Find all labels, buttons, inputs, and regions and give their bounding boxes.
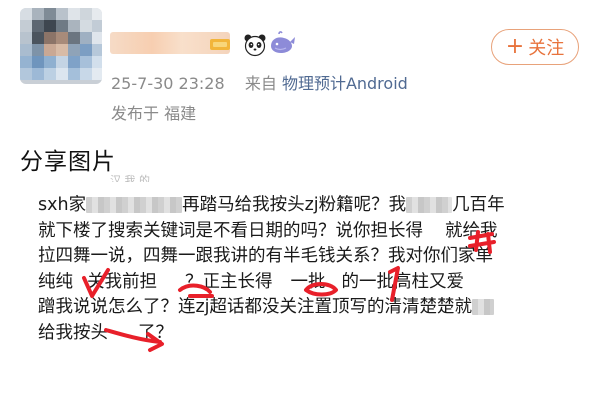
weibo-post-screenshot: + 关注 25-7-30 23:28 来自 物理预计Android 发布于 福建… bbox=[0, 0, 600, 401]
avatar[interactable] bbox=[20, 8, 102, 84]
follow-button[interactable]: + 关注 bbox=[491, 29, 579, 65]
post-meta: 25-7-30 23:28 来自 物理预计Android bbox=[111, 70, 408, 94]
text-line: 蹭我说说怎么了？连zj超话都没关注置顶写的清清楚楚就 bbox=[38, 295, 568, 321]
panda-icon bbox=[244, 34, 266, 57]
share-image-title: 分享图片 bbox=[20, 149, 116, 175]
text-line: 给我按头 了？ bbox=[38, 322, 173, 343]
mosaic-redaction bbox=[406, 197, 453, 213]
whale-icon bbox=[271, 31, 295, 53]
source-prefix: 来自 bbox=[244, 74, 277, 93]
post-source-link[interactable]: 物理预计Android bbox=[282, 74, 408, 93]
post-timestamp: 25-7-30 23:28 bbox=[111, 74, 225, 93]
follow-label: 关注 bbox=[528, 38, 565, 59]
text-line: 纯纯 关我前担 ？正主长得 一批 的一批高柱又爱 bbox=[38, 271, 464, 292]
text-line: 就下楼了搜索关键词是不看日期的吗？说你担长得 就给我 bbox=[38, 220, 498, 241]
faded-text-fragment: 汉 我 的 bbox=[110, 174, 150, 182]
plus-icon: + bbox=[505, 34, 525, 59]
mosaic-redaction bbox=[86, 197, 183, 213]
post-location: 发布于 福建 bbox=[111, 104, 197, 123]
text-line: sxh家 再踏马给我按头zj粉籍呢？我 几百年 bbox=[38, 195, 505, 215]
vip-badge-icon bbox=[210, 39, 230, 50]
shared-image-text: sxh家 再踏马给我按头zj粉籍呢？我 几百年 就下楼了搜索关键词是不看日期的吗？说… bbox=[38, 193, 568, 346]
text-line: 拉四舞一说，四舞一跟我讲的有半毛钱关系？我对你们家单 bbox=[38, 246, 493, 266]
mosaic-redaction bbox=[472, 299, 495, 315]
